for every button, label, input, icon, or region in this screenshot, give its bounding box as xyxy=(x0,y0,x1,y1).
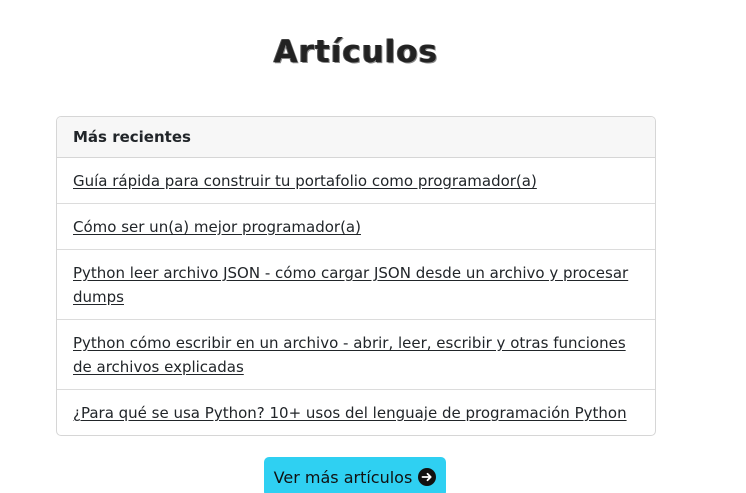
article-link[interactable]: Guía rápida para construir tu portafolio… xyxy=(73,172,537,190)
article-link[interactable]: Python cómo escribir en un archivo - abr… xyxy=(73,334,626,376)
articles-page: Artículos Más recientes Guía rápida para… xyxy=(0,0,746,493)
see-more-label: Ver más artículos xyxy=(273,467,413,487)
article-link[interactable]: Python leer archivo JSON - cómo cargar J… xyxy=(73,264,628,306)
recent-articles-card: Más recientes Guía rápida para construir… xyxy=(56,116,656,436)
page-title: Artículos xyxy=(273,34,439,70)
list-item: Cómo ser un(a) mejor programador(a) xyxy=(57,204,655,250)
list-item: Guía rápida para construir tu portafolio… xyxy=(57,158,655,204)
article-link[interactable]: Cómo ser un(a) mejor programador(a) xyxy=(73,218,361,236)
arrow-circle-right-icon xyxy=(418,468,437,486)
article-link[interactable]: ¿Para qué se usa Python? 10+ usos del le… xyxy=(73,404,627,422)
see-more-articles-button[interactable]: Ver más artículos xyxy=(264,457,446,493)
articles-list: Guía rápida para construir tu portafolio… xyxy=(57,158,655,435)
list-item: Python leer archivo JSON - cómo cargar J… xyxy=(57,250,655,320)
list-item: ¿Para qué se usa Python? 10+ usos del le… xyxy=(57,390,655,435)
card-header: Más recientes xyxy=(57,117,655,158)
list-item: Python cómo escribir en un archivo - abr… xyxy=(57,320,655,390)
